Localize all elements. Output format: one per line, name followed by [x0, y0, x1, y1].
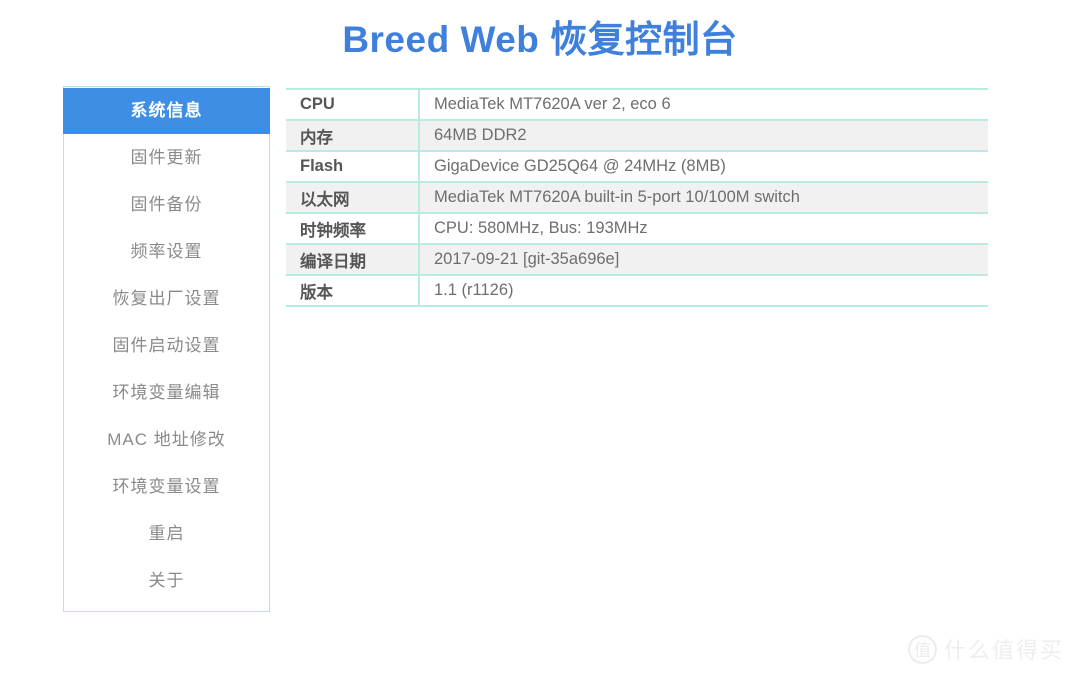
sidebar-nav: 系统信息 固件更新 固件备份 频率设置 恢复出厂设置 固件启动设置 环境变量编辑…	[63, 86, 270, 612]
sidebar-item-firmware-backup[interactable]: 固件备份	[64, 181, 269, 228]
page-header: Breed Web 恢复控制台	[0, 0, 1080, 62]
sidebar-item-env-settings[interactable]: 环境变量设置	[64, 463, 269, 510]
row-value: GigaDevice GD25Q64 @ 24MHz (8MB)	[419, 150, 988, 183]
row-value: MediaTek MT7620A built-in 5-port 10/100M…	[419, 181, 988, 214]
row-label: 编译日期	[286, 243, 420, 276]
sidebar-item-label: 恢复出厂设置	[112, 289, 221, 308]
sidebar-item-label: 环境变量编辑	[112, 383, 221, 402]
table-row: 版本 1.1 (r1126)	[286, 274, 988, 307]
smzdm-logo-icon: 值	[907, 634, 937, 664]
sidebar-item-label: 固件备份	[130, 195, 203, 214]
sidebar-item-label: 关于	[148, 571, 185, 590]
sidebar-item-label: 固件启动设置	[112, 336, 221, 355]
sidebar-item-firmware-update[interactable]: 固件更新	[64, 134, 269, 181]
sidebar-item-label: 重启	[148, 524, 185, 543]
row-label: 版本	[286, 274, 420, 307]
sidebar-item-system-info[interactable]: 系统信息	[63, 88, 270, 134]
table-row: 编译日期 2017-09-21 [git-35a696e]	[286, 243, 988, 276]
row-label: CPU	[286, 88, 420, 121]
watermark-text: 什么值得买	[943, 638, 1064, 663]
sidebar-item-factory-reset[interactable]: 恢复出厂设置	[64, 275, 269, 322]
page-title: Breed Web 恢复控制台	[342, 19, 738, 60]
row-value: 64MB DDR2	[419, 119, 988, 152]
sidebar-item-mac-modify[interactable]: MAC 地址修改	[64, 416, 269, 463]
row-value: 2017-09-21 [git-35a696e]	[419, 243, 988, 276]
row-value: MediaTek MT7620A ver 2, eco 6	[419, 88, 988, 121]
sidebar-item-label: 环境变量设置	[112, 477, 221, 496]
system-info-table: CPU MediaTek MT7620A ver 2, eco 6 内存 64M…	[286, 88, 988, 307]
sidebar-item-label: 频率设置	[130, 242, 203, 261]
sidebar-item-boot-settings[interactable]: 固件启动设置	[64, 322, 269, 369]
sidebar-item-frequency-settings[interactable]: 频率设置	[64, 228, 269, 275]
watermark: 值 什么值得买	[907, 633, 1064, 665]
row-label: 以太网	[286, 181, 420, 214]
table-row: 以太网 MediaTek MT7620A built-in 5-port 10/…	[286, 181, 988, 214]
row-value: CPU: 580MHz, Bus: 193MHz	[419, 212, 988, 245]
sidebar-item-label: 系统信息	[130, 101, 203, 120]
table-row: Flash GigaDevice GD25Q64 @ 24MHz (8MB)	[286, 150, 988, 183]
sidebar-item-about[interactable]: 关于	[64, 557, 269, 604]
sidebar-item-env-edit[interactable]: 环境变量编辑	[64, 369, 269, 416]
table-row: 时钟频率 CPU: 580MHz, Bus: 193MHz	[286, 212, 988, 245]
row-label: Flash	[286, 150, 420, 183]
table-row: CPU MediaTek MT7620A ver 2, eco 6	[286, 88, 988, 121]
sidebar-item-reboot[interactable]: 重启	[64, 510, 269, 557]
row-label: 内存	[286, 119, 420, 152]
sidebar-item-label: 固件更新	[130, 148, 203, 167]
row-label: 时钟频率	[286, 212, 420, 245]
table-row: 内存 64MB DDR2	[286, 119, 988, 152]
sidebar-item-label: MAC 地址修改	[107, 430, 226, 449]
row-value: 1.1 (r1126)	[419, 274, 988, 307]
